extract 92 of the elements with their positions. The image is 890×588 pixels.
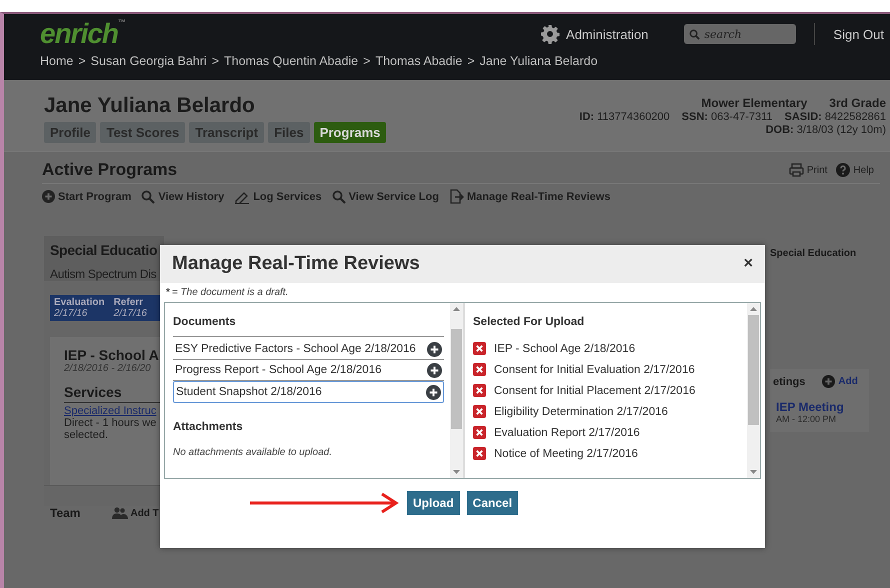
tab[interactable]: Programs [314, 122, 386, 143]
breadcrumb-link[interactable]: Jane Yuliana Belardo [480, 54, 598, 68]
search-field[interactable]: search [684, 24, 796, 44]
close-button[interactable]: × [742, 255, 755, 273]
field-value: 8422582861 [824, 111, 886, 123]
selected-document: Eligibility Determination 2/17/2016 [494, 406, 668, 418]
plus-circle-icon[interactable] [427, 362, 442, 378]
help-icon[interactable] [836, 163, 850, 177]
document-item[interactable]: Student Snapshot 2/18/2016 [173, 381, 444, 403]
service-text: selected. [64, 429, 110, 441]
action-link[interactable]: Log Services [253, 190, 322, 202]
field-label: SASID: [784, 111, 822, 123]
remove-icon[interactable] [473, 342, 486, 355]
scrollbar[interactable] [450, 303, 463, 478]
administration-link[interactable]: Administration [566, 26, 648, 42]
add-link[interactable]: Add [838, 376, 858, 387]
plan-dates: 2/18/2016 - 2/16/20 [64, 363, 152, 374]
tab[interactable]: Transcript [189, 122, 264, 143]
tab[interactable]: Test Scores [100, 122, 186, 143]
action-link[interactable]: View Service Log [348, 190, 439, 202]
dialog-title: Manage Real-Time Reviews [172, 253, 420, 275]
service-link[interactable]: Specialized Instruc [64, 405, 164, 417]
meeting-link[interactable]: IEP Meeting [773, 400, 869, 414]
progress-step[interactable]: Referr 2/17/16 [110, 295, 151, 321]
dialog-button[interactable]: Cancel [466, 491, 518, 515]
logo[interactable]: enrich$^{™}$ [40, 18, 126, 50]
action-link[interactable]: Start Program [58, 190, 132, 202]
people-icon[interactable] [112, 507, 128, 519]
selected-document: Notice of Meeting 2/17/2016 [494, 448, 638, 460]
breadcrumb-separator: > [212, 54, 220, 68]
pencil-icon[interactable] [234, 190, 250, 204]
remove-icon[interactable] [473, 405, 486, 418]
section-title: Active Programs [42, 160, 178, 180]
gear-icon[interactable] [540, 24, 560, 44]
field-value: 3/18/03 (12y 10m) [796, 124, 886, 136]
search-icon[interactable] [141, 190, 156, 204]
card-subtitle: Autism Spectrum Dis [50, 267, 158, 281]
meeting-time: AM - 12:00 PM [775, 414, 838, 424]
draft-note: = The document is a draft. [172, 287, 288, 298]
tab[interactable]: Profile [44, 122, 96, 143]
documents-heading: Documents [173, 313, 444, 337]
selected-document: Consent for Initial Placement 2/17/2016 [494, 384, 696, 396]
search-icon[interactable] [332, 190, 346, 204]
field-label: SSN: [682, 111, 708, 123]
plus-circle-icon[interactable] [427, 342, 442, 356]
tab[interactable]: Files [268, 122, 310, 143]
action-link[interactable]: Manage Real-Time Reviews [466, 190, 610, 202]
plus-circle-icon[interactable] [426, 384, 441, 400]
document-item[interactable]: Progress Report - School Age 2/18/2016 [173, 360, 444, 381]
action-link[interactable]: Special Education [770, 248, 880, 259]
breadcrumb-link[interactable]: Susan Georgia Bahri [90, 54, 207, 68]
field-label: DOB: [766, 124, 794, 136]
breadcrumb-link[interactable]: Thomas Quentin Abadie [224, 54, 358, 68]
document-arrow-icon[interactable] [448, 189, 464, 204]
draft-mark: * [166, 287, 170, 298]
selected-document: Consent for Initial Evaluation 2/17/2016 [494, 364, 695, 376]
remove-icon[interactable] [473, 384, 486, 397]
student-name: Jane Yuliana Belardo [44, 94, 256, 118]
team-label: Team [50, 506, 80, 520]
service-text: Direct - 1 hours we [64, 417, 158, 429]
breadcrumb-link[interactable]: Home [40, 54, 74, 68]
remove-icon[interactable] [473, 447, 486, 460]
dialog-button[interactable]: Upload [407, 491, 460, 515]
empty-message: No attachments available to upload. [173, 447, 333, 458]
progress-step[interactable]: Evaluation 2/17/16 [50, 295, 109, 321]
selected-document: IEP - School Age 2/18/2016 [494, 342, 636, 354]
remove-icon[interactable] [473, 363, 486, 376]
card-title: Special Educatio [50, 242, 158, 258]
meetings-heading: etings [773, 376, 806, 388]
breadcrumb-separator: > [467, 54, 475, 68]
grade-label: 3rd Grade [829, 96, 886, 110]
help-link[interactable]: Help [853, 164, 874, 176]
remove-icon[interactable] [473, 426, 486, 439]
breadcrumb-separator: > [363, 54, 370, 68]
scrollbar[interactable] [747, 303, 760, 478]
search-icon [689, 29, 700, 40]
document-item[interactable]: ESY Predictive Factors - School Age 2/18/2016 [173, 339, 444, 360]
field-value: 063-47-7311 [710, 111, 773, 123]
field-label: ID: [579, 111, 594, 123]
plan-title: IEP - School A [64, 347, 160, 363]
printer-icon[interactable] [788, 163, 804, 177]
field-value: 113774360200 [597, 111, 670, 123]
selected-document: Evaluation Report 2/17/2016 [494, 426, 640, 438]
action-link[interactable]: View History [158, 190, 224, 202]
selected-heading: Selected For Upload [473, 315, 586, 330]
add-team-link[interactable]: Add T [130, 508, 159, 518]
print-link[interactable]: Print [806, 164, 828, 176]
school-name: Mower Elementary [701, 96, 808, 110]
sign-out-link[interactable]: Sign Out [833, 26, 884, 42]
breadcrumb-link[interactable]: Thomas Abadie [375, 54, 462, 68]
attachments-heading: Attachments [173, 421, 244, 435]
breadcrumb-separator: > [78, 54, 86, 68]
